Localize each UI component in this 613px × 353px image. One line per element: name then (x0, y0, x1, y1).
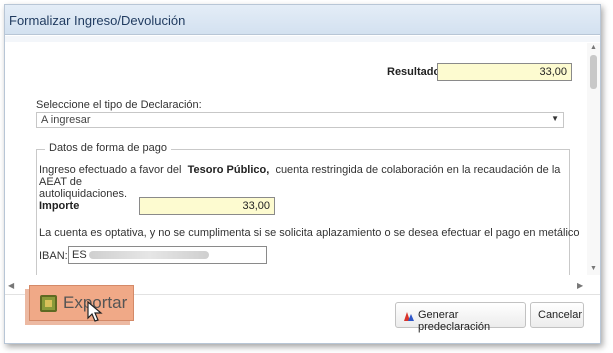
scroll-right-icon[interactable]: ▶ (577, 281, 583, 290)
scroll-up-icon[interactable]: ▲ (590, 44, 597, 51)
iban-input[interactable]: ES (68, 246, 267, 264)
generate-predeclaration-label: Generar predeclaración (418, 309, 491, 333)
cancel-button[interactable]: Cancelar (530, 302, 584, 328)
export-button[interactable]: Exportar (29, 285, 134, 321)
importe-label: Importe (39, 200, 80, 212)
declaracion-select[interactable]: A ingresar ▼ (36, 112, 564, 128)
dialog-titlebar[interactable]: Formalizar Ingreso/Devolución (5, 5, 600, 35)
payment-info-pre: Ingreso efectuado a favor del (39, 164, 182, 176)
scroll-down-icon[interactable]: ▼ (590, 265, 597, 272)
vertical-scrollbar[interactable]: ▲ ▼ (587, 43, 600, 275)
top-strip (5, 36, 600, 42)
resultado-label: Resultado (387, 66, 441, 78)
resultado-field: 33,00 (437, 63, 572, 81)
mouse-pointer-icon (87, 301, 103, 322)
payment-info-line2: autoliquidaciones. (39, 188, 128, 200)
generate-predeclaration-icon (404, 312, 414, 321)
payment-info-bold: Tesoro Público, (187, 164, 270, 176)
optional-note: La cuenta es optativa, y no se cumplimen… (39, 227, 580, 239)
cancel-button-label: Cancelar (538, 309, 583, 321)
declaracion-selected-value: A ingresar (41, 114, 91, 126)
export-icon (40, 295, 57, 312)
payment-info-text: Ingreso efectuado a favor del Tesoro Púb… (39, 164, 569, 200)
formalizar-dialog: Formalizar Ingreso/Devolución Resultado … (4, 4, 601, 344)
vertical-scroll-thumb[interactable] (590, 55, 597, 89)
dialog-content: Resultado 33,00 Seleccione el tipo de De… (6, 43, 587, 275)
scroll-left-icon[interactable]: ◀ (8, 281, 14, 290)
payment-legend: Datos de forma de pago (45, 142, 172, 154)
iban-redacted (88, 251, 209, 260)
declaracion-label: Seleccione el tipo de Declaración: (36, 99, 202, 111)
importe-field: 33,00 (139, 197, 275, 215)
dropdown-caret-icon[interactable]: ▼ (551, 114, 559, 123)
generate-predeclaration-button[interactable]: Generar predeclaración (395, 302, 526, 333)
dialog-title: Formalizar Ingreso/Devolución (9, 13, 186, 28)
iban-value: ES (72, 249, 87, 261)
iban-label: IBAN: (39, 250, 68, 262)
